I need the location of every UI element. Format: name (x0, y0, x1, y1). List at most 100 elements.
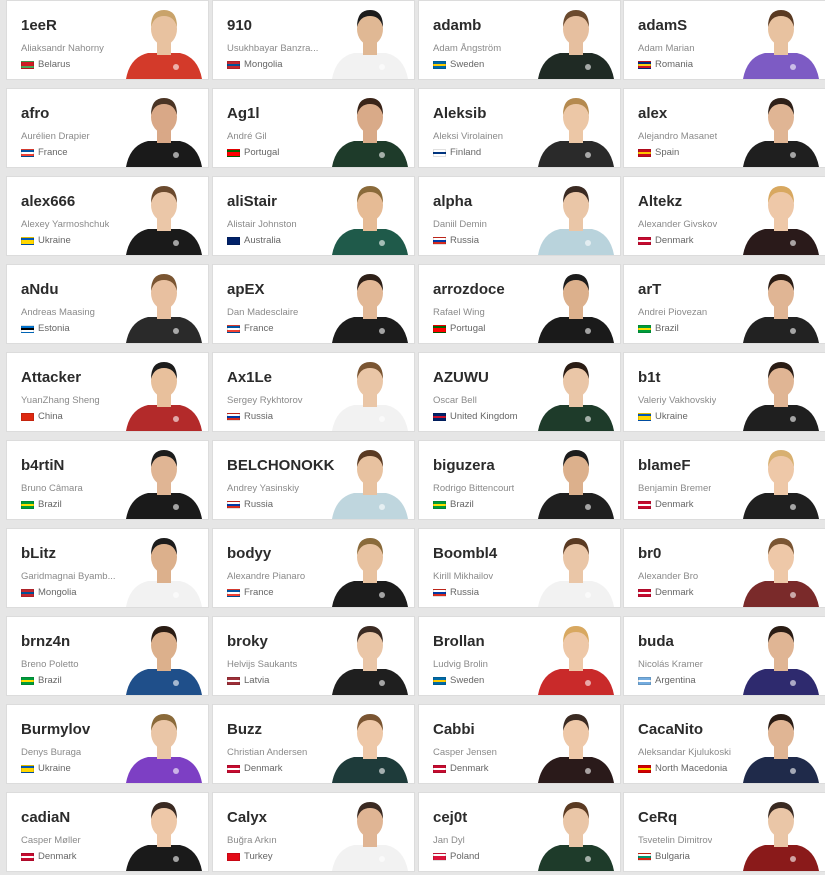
player-nickname[interactable]: biguzera (433, 457, 495, 474)
player-card[interactable]: broky Helvijs Saukants Latvia (212, 616, 415, 696)
player-photo[interactable] (741, 265, 821, 343)
player-nickname[interactable]: BELCHONOKK (227, 457, 335, 474)
player-photo[interactable] (124, 89, 204, 167)
player-photo[interactable] (124, 705, 204, 783)
player-nickname[interactable]: bLitz (21, 545, 56, 562)
player-nickname[interactable]: Ag1l (227, 105, 260, 122)
player-photo[interactable] (330, 89, 410, 167)
player-photo[interactable] (536, 353, 616, 431)
player-photo[interactable] (536, 89, 616, 167)
player-nickname[interactable]: brnz4n (21, 633, 70, 650)
player-photo[interactable] (124, 441, 204, 519)
player-photo[interactable] (330, 177, 410, 255)
player-nickname[interactable]: cadiaN (21, 809, 70, 826)
player-card[interactable]: biguzera Rodrigo Bittencourt Brazil (418, 440, 621, 520)
player-card[interactable]: buda Nicolás Kramer Argentina (623, 616, 825, 696)
player-card[interactable]: apEX Dan Madesclaire France (212, 264, 415, 344)
player-nickname[interactable]: CacaNito (638, 721, 703, 738)
player-photo[interactable] (124, 1, 204, 79)
player-card[interactable]: CeRq Tsvetelin Dimitrov Bulgaria (623, 792, 825, 872)
player-nickname[interactable]: Brollan (433, 633, 485, 650)
player-nickname[interactable]: Calyx (227, 809, 267, 826)
player-nickname[interactable]: Cabbi (433, 721, 475, 738)
player-card[interactable]: cadiaN Casper Møller Denmark (6, 792, 209, 872)
player-card[interactable]: Buzz Christian Andersen Denmark (212, 704, 415, 784)
player-photo[interactable] (124, 177, 204, 255)
player-photo[interactable] (536, 1, 616, 79)
player-card[interactable]: alpha Daniil Demin Russia (418, 176, 621, 256)
player-nickname[interactable]: AZUWU (433, 369, 489, 386)
player-nickname[interactable]: Ax1Le (227, 369, 272, 386)
player-nickname[interactable]: arT (638, 281, 661, 298)
player-nickname[interactable]: cej0t (433, 809, 467, 826)
player-photo[interactable] (741, 793, 821, 871)
player-card[interactable]: 1eeR Aliaksandr Nahorny Belarus (6, 0, 209, 80)
player-photo[interactable] (330, 793, 410, 871)
player-card[interactable]: bLitz Garidmagnai Byamb... Mongolia (6, 528, 209, 608)
player-photo[interactable] (741, 617, 821, 695)
player-nickname[interactable]: aNdu (21, 281, 59, 298)
player-card[interactable]: 910 Usukhbayar Banzra... Mongolia (212, 0, 415, 80)
player-nickname[interactable]: bodyy (227, 545, 271, 562)
player-nickname[interactable]: 910 (227, 17, 252, 34)
player-photo[interactable] (536, 265, 616, 343)
player-card[interactable]: Calyx Buğra Arkın Turkey (212, 792, 415, 872)
player-nickname[interactable]: aliStair (227, 193, 277, 210)
player-nickname[interactable]: blameF (638, 457, 691, 474)
player-photo[interactable] (330, 265, 410, 343)
player-card[interactable]: aliStair Alistair Johnston Australia (212, 176, 415, 256)
player-nickname[interactable]: apEX (227, 281, 265, 298)
player-photo[interactable] (741, 441, 821, 519)
player-nickname[interactable]: 1eeR (21, 17, 57, 34)
player-photo[interactable] (741, 705, 821, 783)
player-photo[interactable] (536, 529, 616, 607)
player-photo[interactable] (330, 1, 410, 79)
player-card[interactable]: adamb Adam Ångström Sweden (418, 0, 621, 80)
player-card[interactable]: CacaNito Aleksandar Kjulukoski North Maced… (623, 704, 825, 784)
player-card[interactable]: b4rtiN Bruno Câmara Brazil (6, 440, 209, 520)
player-nickname[interactable]: buda (638, 633, 674, 650)
player-card[interactable]: Aleksib Aleksi Virolainen Finland (418, 88, 621, 168)
player-card[interactable]: brnz4n Breno Poletto Brazil (6, 616, 209, 696)
player-photo[interactable] (536, 177, 616, 255)
player-photo[interactable] (124, 793, 204, 871)
player-photo[interactable] (741, 89, 821, 167)
player-card[interactable]: b1t Valeriy Vakhovskiy Ukraine (623, 352, 825, 432)
player-card[interactable]: Boombl4 Kirill Mikhailov Russia (418, 528, 621, 608)
player-nickname[interactable]: adamS (638, 17, 687, 34)
player-card[interactable]: cej0t Jan Dyl Poland (418, 792, 621, 872)
player-photo[interactable] (124, 617, 204, 695)
player-photo[interactable] (536, 793, 616, 871)
player-card[interactable]: Attacker YuanZhang Sheng China (6, 352, 209, 432)
player-photo[interactable] (330, 529, 410, 607)
player-card[interactable]: alex666 Alexey Yarmoshchuk Ukraine (6, 176, 209, 256)
player-photo[interactable] (124, 353, 204, 431)
player-nickname[interactable]: alpha (433, 193, 472, 210)
player-card[interactable]: BELCHONOKK Andrey Yasinskiy Russia (212, 440, 415, 520)
player-card[interactable]: aNdu Andreas Maasing Estonia (6, 264, 209, 344)
player-card[interactable]: br0 Alexander Bro Denmark (623, 528, 825, 608)
player-card[interactable]: arT Andrei Piovezan Brazil (623, 264, 825, 344)
player-photo[interactable] (741, 1, 821, 79)
player-nickname[interactable]: Boombl4 (433, 545, 497, 562)
player-nickname[interactable]: alex666 (21, 193, 75, 210)
player-nickname[interactable]: CeRq (638, 809, 677, 826)
player-photo[interactable] (330, 705, 410, 783)
player-photo[interactable] (536, 705, 616, 783)
player-card[interactable]: AZUWU Oscar Bell United Kingdom (418, 352, 621, 432)
player-card[interactable]: afro Aurélien Drapier France (6, 88, 209, 168)
player-nickname[interactable]: Aleksib (433, 105, 486, 122)
player-card[interactable]: Brollan Ludvig Brolin Sweden (418, 616, 621, 696)
player-nickname[interactable]: br0 (638, 545, 661, 562)
player-nickname[interactable]: alex (638, 105, 667, 122)
player-nickname[interactable]: Buzz (227, 721, 262, 738)
player-nickname[interactable]: arrozdoce (433, 281, 505, 298)
player-nickname[interactable]: b4rtiN (21, 457, 64, 474)
player-card[interactable]: Altekz Alexander Givskov Denmark (623, 176, 825, 256)
player-photo[interactable] (330, 353, 410, 431)
player-card[interactable]: arrozdoce Rafael Wing Portugal (418, 264, 621, 344)
player-card[interactable]: Cabbi Casper Jensen Denmark (418, 704, 621, 784)
player-nickname[interactable]: Burmylov (21, 721, 90, 738)
player-photo[interactable] (536, 617, 616, 695)
player-photo[interactable] (330, 617, 410, 695)
